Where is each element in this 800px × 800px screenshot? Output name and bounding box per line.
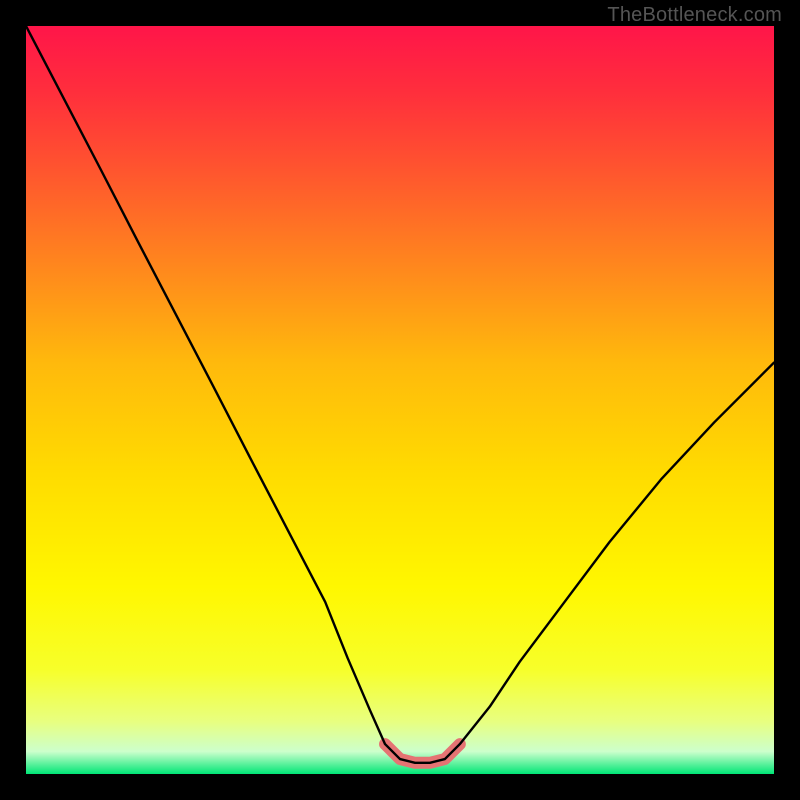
watermark-text: TheBottleneck.com: [607, 4, 782, 27]
plot-area: [26, 26, 774, 774]
bottleneck-curve: [26, 26, 774, 763]
chart-frame: TheBottleneck.com: [0, 0, 800, 800]
near-zero-highlight: [385, 744, 460, 763]
bottleneck-curve-layer: [26, 26, 774, 774]
